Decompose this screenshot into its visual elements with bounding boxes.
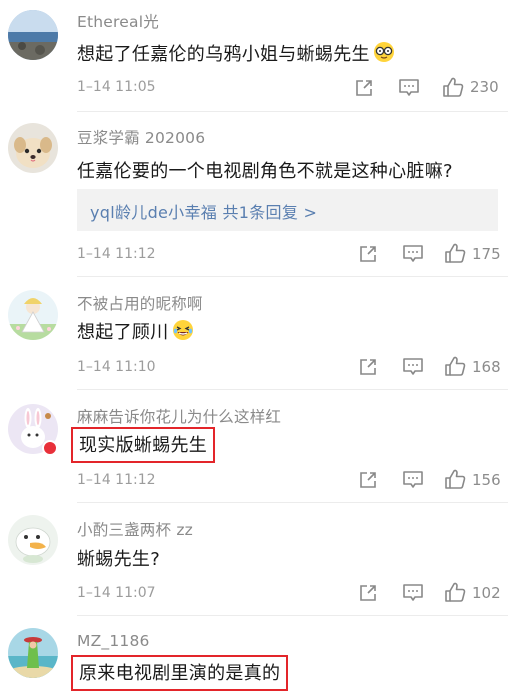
- comment-text: 想起了任嘉伦的乌鸦小姐与蜥蜴先生: [77, 40, 395, 68]
- comment-time: 1–14 11:12: [77, 246, 156, 262]
- like-count: 175: [472, 245, 501, 263]
- divider: [77, 615, 508, 616]
- like-icon[interactable]: [444, 581, 466, 603]
- avatar[interactable]: [8, 515, 58, 565]
- comment-time: 1–14 11:10: [77, 359, 156, 375]
- comment-time: 1–14 11:12: [77, 472, 156, 488]
- share-icon[interactable]: [358, 244, 378, 264]
- like-icon[interactable]: [444, 355, 466, 377]
- glasses-face-emoji: [373, 41, 395, 68]
- avatar[interactable]: [8, 290, 58, 340]
- laughing-face-emoji: [172, 319, 194, 346]
- share-icon[interactable]: [354, 78, 374, 98]
- divider: [77, 502, 508, 503]
- reply-link[interactable]: yql龄儿de小幸福 共1条回复 >: [90, 199, 317, 223]
- comment-time: 1–14 11:07: [77, 585, 156, 601]
- username[interactable]: Ethereal光: [77, 10, 159, 32]
- comment-text-highlighted: 现实版蜥蜴先生: [71, 427, 216, 463]
- username[interactable]: 豆浆学霸 202006: [77, 126, 205, 148]
- comment-icon[interactable]: [402, 244, 424, 264]
- comment-text: 任嘉伦要的一个电视剧角色不就是这种心脏嘛?: [77, 161, 453, 182]
- comment-icon[interactable]: [402, 583, 424, 603]
- avatar[interactable]: [8, 628, 58, 678]
- like-count: 230: [470, 78, 499, 96]
- comment-time: 1–14 11:05: [77, 79, 156, 95]
- comment-icon[interactable]: [402, 470, 424, 490]
- like-icon[interactable]: [444, 242, 466, 264]
- divider: [77, 276, 508, 277]
- like-count: 168: [472, 358, 501, 376]
- comment-text: 蜥蜴先生?: [77, 549, 161, 570]
- comment-icon[interactable]: [402, 357, 424, 377]
- avatar[interactable]: [8, 10, 58, 60]
- avatar[interactable]: [8, 123, 58, 173]
- share-icon[interactable]: [358, 357, 378, 377]
- reply-preview[interactable]: yql龄儿de小幸福 共1条回复 >: [77, 189, 498, 231]
- like-count: 156: [472, 471, 501, 489]
- share-icon[interactable]: [358, 470, 378, 490]
- divider: [77, 111, 508, 112]
- verified-badge: [42, 440, 58, 456]
- comment-text-content: 想起了任嘉伦的乌鸦小姐与蜥蜴先生: [77, 44, 370, 65]
- comment-icon[interactable]: [398, 78, 420, 98]
- username[interactable]: 麻麻告诉你花儿为什么这样红: [77, 405, 281, 427]
- username[interactable]: 小酌三盏两杯 zz: [77, 518, 193, 540]
- share-icon[interactable]: [358, 583, 378, 603]
- comment-text: 想起了顾川: [77, 318, 194, 346]
- comment-text-content: 想起了顾川: [77, 322, 169, 343]
- username[interactable]: MZ_1186: [77, 632, 150, 650]
- divider: [77, 389, 508, 390]
- like-icon[interactable]: [442, 76, 464, 98]
- comment-text-highlighted: 原来电视剧里演的是真的: [71, 655, 289, 691]
- like-icon[interactable]: [444, 468, 466, 490]
- username[interactable]: 不被占用的昵称啊: [77, 292, 203, 314]
- like-count: 102: [472, 584, 501, 602]
